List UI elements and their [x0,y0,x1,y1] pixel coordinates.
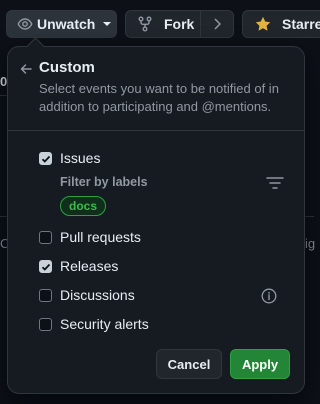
fork-button[interactable]: Fork [125,10,201,38]
popover-title: Custom [39,59,95,76]
option-label-issues[interactable]: Issues [60,150,100,166]
option-label-security-alerts[interactable]: Security alerts [60,316,149,332]
popover-pointer [26,37,45,56]
check-icon [41,155,50,163]
background-divider [0,216,7,217]
background-text-fragment: ig [305,236,316,251]
unwatch-button[interactable]: Unwatch [6,10,117,38]
filter-icon[interactable] [266,176,284,190]
star-icon [255,16,271,31]
fork-dropdown-button[interactable] [200,10,234,38]
divider [8,130,304,131]
starred-label: Starred [282,16,320,32]
label-chip-docs[interactable]: docs [60,196,107,216]
starred-button[interactable]: Starred [242,10,320,38]
option-label-releases[interactable]: Releases [60,258,118,274]
checkbox-pull-requests[interactable] [39,231,52,244]
apply-button[interactable]: Apply [230,349,290,379]
fork-icon [138,16,152,32]
background-divider [305,216,314,217]
eye-icon [17,18,33,30]
caret-down-icon [103,22,112,26]
check-icon [41,263,50,271]
notification-settings-popover: Custom Select events you want to be noti… [7,37,305,394]
cancel-button[interactable]: Cancel [156,349,222,379]
popover-description: Select events you want to be notified of… [39,81,279,114]
checkbox-releases[interactable] [39,260,52,273]
chevron-right-icon [214,18,221,30]
info-icon[interactable] [261,288,277,304]
unwatch-label: Unwatch [37,16,96,32]
background-divider [0,95,7,96]
option-label-pull-requests[interactable]: Pull requests [60,229,141,245]
checkbox-issues[interactable] [39,152,52,165]
fork-label: Fork [164,16,195,32]
checkbox-discussions[interactable] [39,289,52,302]
checkbox-security-alerts[interactable] [39,318,52,331]
arrow-left-icon[interactable] [18,61,34,77]
option-label-discussions[interactable]: Discussions [60,287,135,303]
filter-by-labels-text: Filter by labels [60,175,148,189]
